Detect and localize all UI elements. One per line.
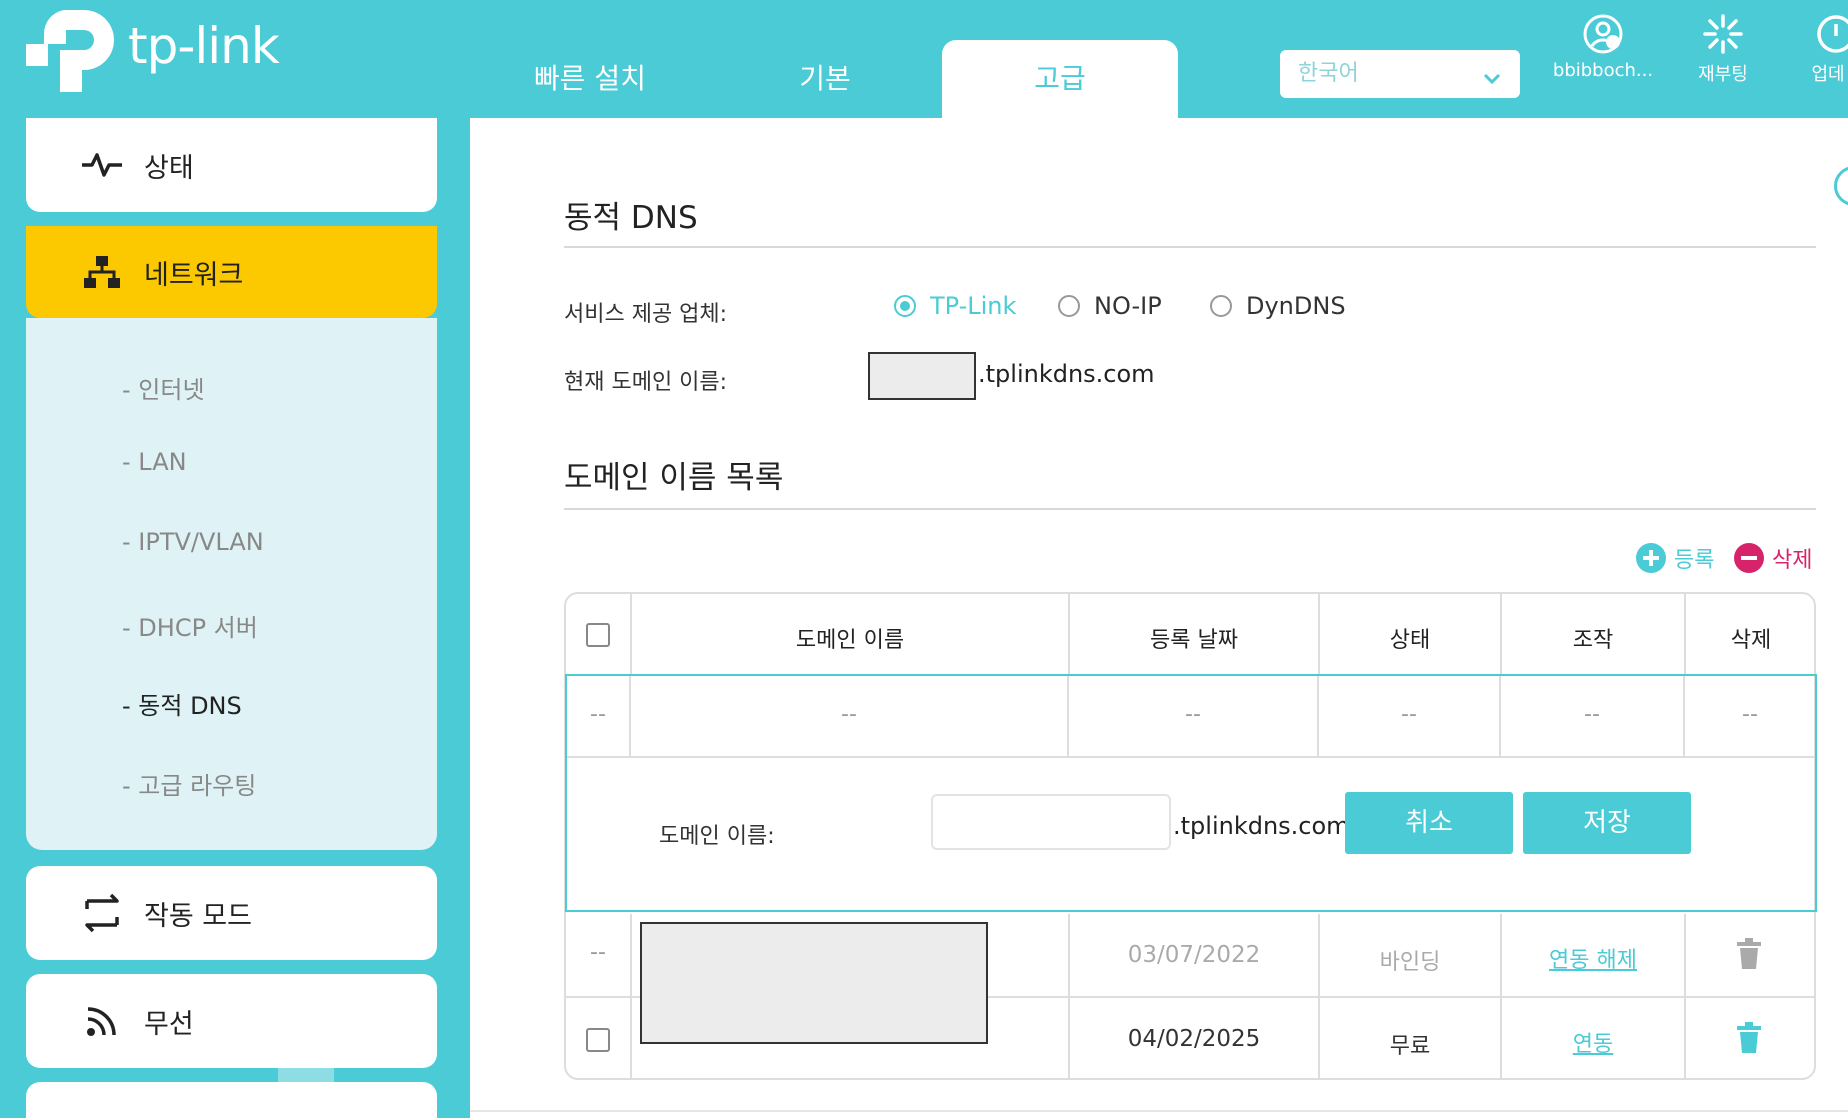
sidebar-item-network[interactable]: 네트워크 [26,226,437,318]
edit-domain-row: -- -- -- -- -- -- 도메인 이름: .tplinkdns.com… [565,674,1817,912]
sidebar-item-label: 네트워크 [144,259,244,291]
column-header-status: 상태 [1389,628,1431,653]
domain-name-input[interactable] [931,794,1171,850]
add-button[interactable]: 등록 [1636,542,1714,574]
pulse-icon [78,141,126,189]
placeholder-cell: -- [590,702,606,727]
reboot-button[interactable]: 재부팅 [1688,12,1758,86]
wifi-icon [78,997,126,1045]
minus-icon [1734,543,1764,573]
domain-list-title: 도메인 이름 목록 [564,460,784,496]
top-bar: tp-link 빠른 설치 기본 고급 한국어 bbibboch... 재부팅 [0,0,1848,118]
submenu-iptv-vlan[interactable]: - IPTV/VLAN [122,528,264,556]
submenu-advanced-routing[interactable]: - 고급 라우팅 [122,766,256,801]
table-cell-date: 03/07/2022 [1127,942,1261,968]
cancel-button[interactable]: 취소 [1345,792,1513,854]
domain-name-redacted [640,922,988,1044]
provider-radio-label: TP-Link [930,292,1017,320]
current-domain-redacted [868,352,976,400]
trash-icon[interactable] [1736,938,1762,974]
chevron-down-icon [1480,62,1504,86]
placeholder-cell: -- [1584,702,1600,727]
tp-link-logo[interactable]: tp-link [26,4,280,98]
logo-mark-icon [26,4,120,98]
network-submenu: - 인터넷 - LAN - IPTV/VLAN - DHCP 서버 - 동적 D… [26,318,437,850]
account-label: bbibboch... [1552,60,1654,81]
bottom-divider [470,1110,1848,1112]
help-icon[interactable] [1834,166,1848,206]
radio-circle [894,295,916,317]
scroll-indicator[interactable] [278,1068,334,1082]
unlink-link[interactable]: 연동 해제 [1502,942,1684,974]
submenu-lan[interactable]: - LAN [122,448,187,476]
delete-button[interactable]: 삭제 [1734,542,1812,574]
provider-radio-tplink[interactable]: TP-Link [894,292,1016,320]
tab-basic[interactable]: 기본 [740,40,910,118]
user-icon [1583,14,1623,54]
reboot-icon [1703,14,1743,54]
column-header-date: 등록 날짜 [1150,628,1238,653]
divider [564,246,1816,248]
sidebar-item-label: 상태 [144,152,194,184]
add-label: 등록 [1674,548,1715,573]
radio-circle [1058,295,1080,317]
sidebar-item-label: 작동 모드 [144,900,252,932]
sidebar-item-label: 무선 [144,1008,194,1040]
update-label: 업데 [1811,64,1845,85]
sidebar-item-wireless[interactable]: 무선 [26,974,437,1068]
provider-radio-label: NO-IP [1094,292,1162,320]
column-header-domain: 도메인 이름 [795,628,905,653]
current-domain-suffix: .tplinkdns.com [978,360,1155,388]
ddns-title: 동적 DNS [564,200,698,236]
sidebar-item-operation-mode[interactable]: 작동 모드 [26,866,437,960]
row-checkbox[interactable] [586,1028,610,1052]
placeholder-cell: -- [841,702,857,727]
swap-icon [78,889,126,937]
provider-radio-dyndns[interactable]: DynDNS [1210,292,1346,320]
update-button[interactable]: 업데 [1808,12,1848,86]
update-icon [1817,15,1848,53]
sidebar-item-status[interactable]: 상태 [26,118,437,212]
divider [564,508,1816,510]
submenu-internet[interactable]: - 인터넷 [122,370,205,405]
table-cell-status: 무료 [1389,1034,1431,1059]
table-cell-status: 바인딩 [1379,950,1441,975]
radio-circle [1210,295,1232,317]
current-domain-label: 현재 도메인 이름: [564,370,728,395]
column-header-action: 조작 [1572,628,1614,653]
placeholder-cell: -- [1401,702,1417,727]
provider-radio-noip[interactable]: NO-IP [1058,292,1162,320]
network-icon [78,248,126,296]
language-select-value: 한국어 [1298,61,1359,86]
sidebar: 상태 네트워크 - 인터넷 - LAN - IPTV/VLAN - DHCP 서… [0,118,470,1118]
language-select[interactable]: 한국어 [1280,50,1520,98]
tab-advanced[interactable]: 고급 [942,40,1178,118]
submenu-dhcp-server[interactable]: - DHCP 서버 [122,608,258,643]
logo-text: tp-link [128,17,280,75]
sidebar-item-next[interactable] [26,1082,437,1118]
row-divider [567,756,1815,758]
provider-label: 서비스 제공 업체: [564,302,728,327]
account-button[interactable]: bbibboch... [1548,12,1658,81]
submenu-dynamic-dns[interactable]: - 동적 DNS [122,686,242,721]
table-cell-date: 04/02/2025 [1127,1026,1261,1052]
row-check-placeholder: -- [590,940,606,965]
column-header-delete: 삭제 [1730,628,1772,653]
delete-label: 삭제 [1772,548,1813,573]
placeholder-cell: -- [1742,702,1758,727]
edit-domain-label: 도메인 이름: [659,824,775,849]
reboot-label: 재부팅 [1698,64,1748,85]
edit-domain-suffix: .tplinkdns.com [1173,812,1350,840]
link-link[interactable]: 연동 [1502,1026,1684,1058]
save-button[interactable]: 저장 [1523,792,1691,854]
trash-icon[interactable] [1736,1022,1762,1058]
tab-quick-setup[interactable]: 빠른 설치 [500,40,680,118]
provider-radio-label: DynDNS [1246,292,1346,320]
placeholder-cell: -- [1185,702,1201,727]
plus-icon [1636,543,1666,573]
select-all-checkbox[interactable] [586,623,610,647]
